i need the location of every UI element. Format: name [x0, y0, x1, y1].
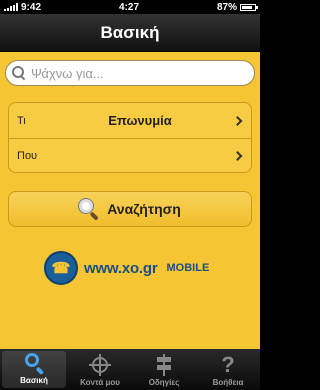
tab-directions[interactable]: Οδηγίες: [132, 349, 196, 390]
question-icon: ?: [221, 352, 235, 377]
row-what-label: Τι: [17, 114, 26, 127]
signpost-icon: [152, 354, 176, 376]
row-what[interactable]: Τι Επωνυμία: [9, 103, 251, 138]
main-content: Τι Επωνυμία Που Αναζήτηση ☎ www.xo.gr MO…: [0, 52, 260, 349]
phone-emblem-icon: ☎: [44, 251, 78, 285]
signal-icon: [4, 3, 18, 11]
crosshair-icon: [88, 354, 112, 376]
search-input[interactable]: [31, 65, 231, 81]
search-criteria-group: Τι Επωνυμία Που: [8, 102, 252, 173]
page-title: Βασική: [100, 22, 160, 42]
search-bar[interactable]: [5, 60, 255, 86]
battery-percent: 87%: [216, 1, 237, 13]
tab-home[interactable]: Βασική: [2, 351, 66, 388]
battery-icon: [239, 3, 258, 11]
tab-nearby[interactable]: Κοντά μου: [68, 349, 132, 390]
status-time-left: 9:42: [21, 1, 42, 13]
row-where[interactable]: Που: [9, 138, 251, 172]
tab-help[interactable]: ? Βοήθεια: [196, 349, 260, 390]
tab-bar: Βασική Κοντά μου Οδηγίες ? Βοήθεια: [0, 349, 260, 390]
xo-logo: ☎ www.xo.gr MOBILE: [44, 248, 216, 288]
status-bar: 9:42 4:27 87%: [0, 0, 260, 14]
magnifier-icon: [79, 199, 99, 221]
tab-help-label: Βοήθεια: [212, 378, 244, 387]
nav-bar: Βασική: [0, 14, 260, 52]
search-icon: [22, 352, 46, 376]
logo-text: www.xo.gr: [84, 259, 158, 277]
tab-directions-label: Οδηγίες: [148, 378, 180, 387]
chevron-right-icon: [232, 151, 243, 161]
search-icon: [12, 66, 26, 80]
tab-nearby-label: Κοντά μου: [80, 378, 120, 387]
row-what-value: Επωνυμία: [108, 113, 172, 128]
logo-suffix: MOBILE: [166, 262, 210, 274]
search-button-label: Αναζήτηση: [107, 201, 181, 217]
status-clock: 4:27: [118, 1, 139, 13]
row-where-label: Που: [17, 150, 38, 162]
tab-home-label: Βασική: [20, 376, 48, 385]
search-button[interactable]: Αναζήτηση: [8, 191, 252, 227]
